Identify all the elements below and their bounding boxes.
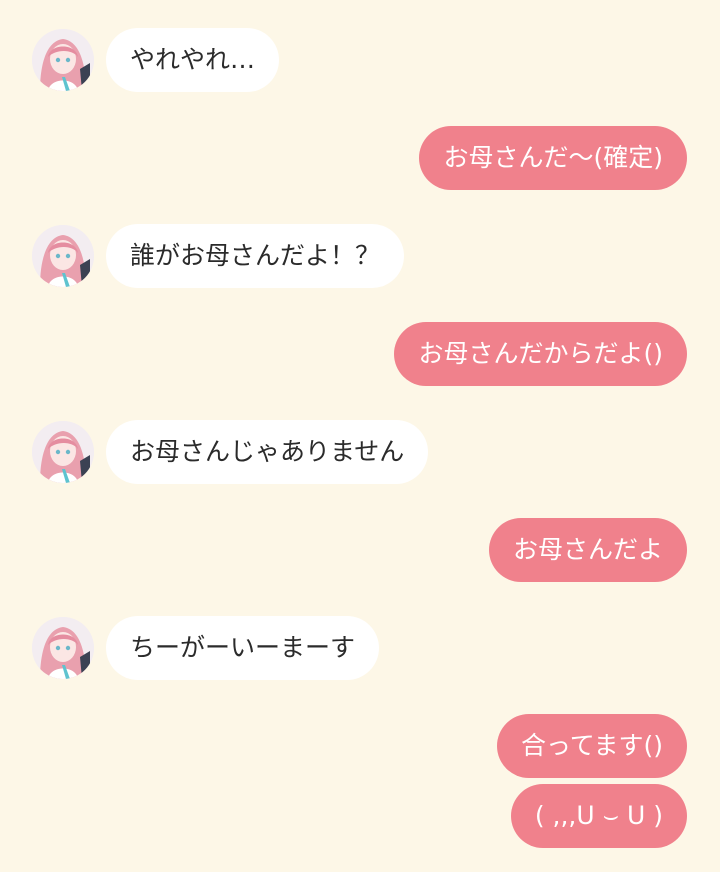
outgoing-message-bubble[interactable]: ( ,,,ᑌ ⌣ ᑌ ) bbox=[510, 784, 687, 848]
avatar[interactable] bbox=[32, 225, 94, 287]
outgoing-message-bubble[interactable]: お母さんだ〜(確定) bbox=[419, 126, 687, 190]
outgoing-message-bubble[interactable]: お母さんだよ bbox=[488, 518, 687, 582]
outgoing-message-bubble[interactable]: お母さんだからだよ() bbox=[394, 322, 687, 386]
incoming-message-bubble[interactable]: お母さんじゃありません bbox=[106, 420, 429, 484]
incoming-message-bubble[interactable]: やれやれ… bbox=[106, 28, 280, 92]
avatar[interactable] bbox=[32, 421, 94, 483]
outgoing-message-bubble[interactable]: 合ってます() bbox=[496, 714, 687, 778]
avatar[interactable] bbox=[32, 29, 94, 91]
incoming-message-bubble[interactable]: ちーがーいーまーす bbox=[106, 616, 380, 680]
avatar[interactable] bbox=[32, 617, 94, 679]
incoming-message-bubble[interactable]: 誰がお母さんだよ！？ bbox=[106, 224, 405, 288]
chat-thread: やれやれ… お母さんだ〜(確定) 誰がお母さんだよ！？ お母さんだからだよ() bbox=[0, 0, 720, 872]
